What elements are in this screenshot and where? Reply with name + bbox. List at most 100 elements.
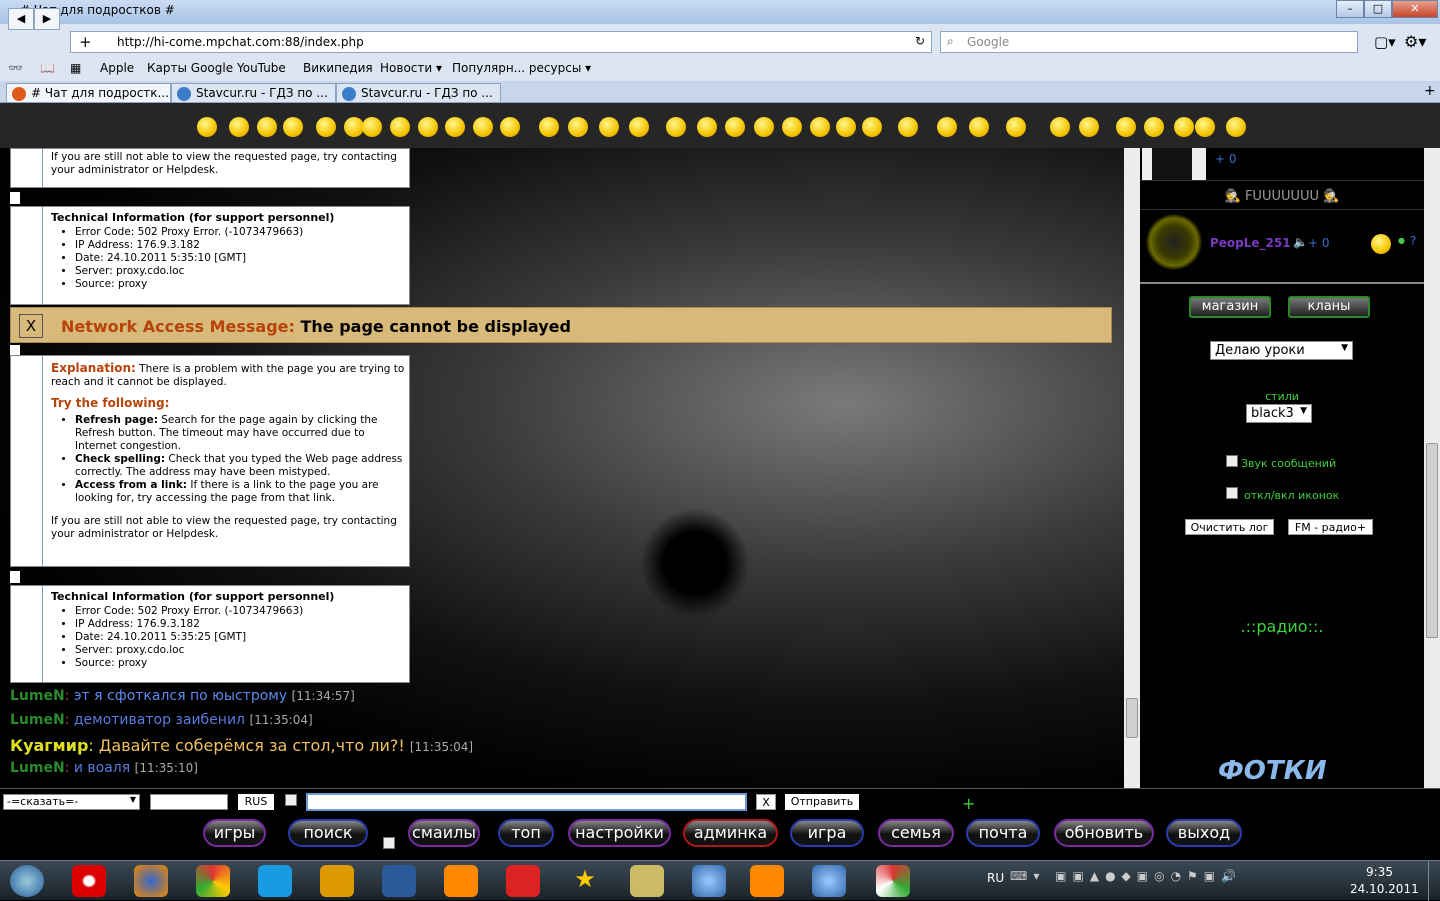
smiley-icon[interactable] bbox=[1006, 117, 1026, 137]
smiley-icon[interactable] bbox=[283, 117, 303, 137]
smiley-icon[interactable] bbox=[197, 117, 217, 137]
smiley-icon[interactable] bbox=[937, 117, 957, 137]
banner-close-button[interactable]: X bbox=[19, 314, 43, 338]
r-icon[interactable] bbox=[630, 865, 664, 897]
nav-button-2[interactable]: смаилы bbox=[408, 819, 480, 847]
shop-button[interactable]: магазин bbox=[1189, 296, 1271, 318]
bookmark-news[interactable]: Новости ▾ bbox=[380, 61, 442, 75]
clock-date[interactable]: 24.10.2011 bbox=[1350, 882, 1419, 896]
search-input[interactable]: ⌕ Google bbox=[940, 31, 1358, 53]
add-button[interactable]: + bbox=[962, 794, 975, 813]
at-icon[interactable] bbox=[750, 865, 784, 897]
icons-checkbox[interactable] bbox=[1226, 487, 1238, 499]
smiley-icon[interactable] bbox=[1079, 117, 1099, 137]
page-menu-icon[interactable]: ▢▾ bbox=[1374, 33, 1396, 51]
bookmark-wikipedia[interactable]: Википедия bbox=[303, 61, 373, 75]
user-info-link[interactable]: ? bbox=[1410, 234, 1416, 248]
bookmark-youtube[interactable]: YouTube bbox=[237, 61, 286, 75]
smiley-icon[interactable] bbox=[1116, 117, 1136, 137]
chat-nick[interactable]: Куагмир bbox=[10, 736, 88, 755]
smiley-icon[interactable] bbox=[754, 117, 774, 137]
smiley-icon[interactable] bbox=[782, 117, 802, 137]
winamp-icon[interactable] bbox=[320, 865, 354, 897]
nav-button-3[interactable]: топ bbox=[498, 819, 554, 847]
private-checkbox[interactable] bbox=[285, 794, 297, 806]
smiley-icon[interactable] bbox=[725, 117, 745, 137]
language-indicator[interactable]: RU bbox=[987, 871, 1004, 885]
smiley-icon[interactable] bbox=[810, 117, 830, 137]
smiley-icon[interactable] bbox=[229, 117, 249, 137]
smiley-icon[interactable] bbox=[666, 117, 686, 137]
new-tab-plus-icon[interactable]: + bbox=[79, 33, 92, 51]
start-button[interactable] bbox=[10, 865, 44, 897]
minimize-button[interactable]: – bbox=[1336, 0, 1364, 18]
smiley-icon[interactable] bbox=[697, 117, 717, 137]
book-icon[interactable]: 📖 bbox=[40, 61, 55, 75]
send-button[interactable]: Отправить bbox=[785, 794, 859, 810]
smiley-icon[interactable] bbox=[257, 117, 277, 137]
smiley-icon[interactable] bbox=[1226, 117, 1246, 137]
bookmark-apple[interactable]: Apple bbox=[100, 61, 134, 75]
maximize-button[interactable]: □ bbox=[1364, 0, 1392, 18]
page-scrollbar[interactable] bbox=[1424, 148, 1440, 788]
reload-icon[interactable]: ↻ bbox=[915, 34, 925, 48]
smiley-icon[interactable] bbox=[1050, 117, 1070, 137]
user-avatar[interactable] bbox=[1142, 148, 1206, 180]
fotki-logo[interactable]: ФОТКИ bbox=[1218, 756, 1327, 786]
smiley-icon[interactable] bbox=[418, 117, 438, 137]
nav-button-9[interactable]: обновить bbox=[1054, 819, 1154, 847]
address-bar[interactable]: + http://hi-come.mpchat.com:88/index.php ↻ bbox=[70, 31, 932, 53]
new-tab-button[interactable]: + bbox=[1424, 83, 1436, 99]
message-input[interactable] bbox=[306, 793, 747, 811]
star-icon[interactable]: ★ bbox=[568, 865, 602, 897]
clear-log-button[interactable]: Очистить лог bbox=[1185, 519, 1274, 535]
chat-nick[interactable]: LumeN bbox=[10, 760, 65, 776]
chrome-icon[interactable] bbox=[196, 865, 230, 897]
mailru-agent-icon[interactable] bbox=[382, 865, 416, 897]
recipient-input[interactable] bbox=[150, 794, 228, 810]
tab-chat[interactable]: # Чат для подростк... bbox=[6, 83, 171, 103]
forward-button[interactable]: ▶ bbox=[34, 8, 60, 30]
power-icon[interactable] bbox=[506, 865, 540, 897]
smiley-icon[interactable] bbox=[1195, 117, 1215, 137]
style-select[interactable]: black3 ▼ bbox=[1246, 404, 1312, 423]
chat-nick[interactable]: LumeN bbox=[10, 688, 65, 704]
tray-icons[interactable]: ⌨▾ ▣▣▲●◆▣◎◔⚑▣🔊 bbox=[1010, 869, 1242, 883]
safari-icon[interactable] bbox=[692, 865, 726, 897]
smiley-icon[interactable] bbox=[1174, 117, 1194, 137]
safari-icon[interactable] bbox=[812, 865, 846, 897]
bookmark-popular[interactable]: Популярн... ресурсы ▾ bbox=[452, 61, 591, 75]
status-select[interactable]: Делаю уроки ▼ bbox=[1210, 341, 1353, 360]
language-button[interactable]: RUS bbox=[238, 794, 274, 810]
smiley-icon[interactable] bbox=[862, 117, 882, 137]
reader-icon[interactable]: 👓 bbox=[8, 61, 23, 75]
smiley-icon[interactable] bbox=[344, 117, 364, 137]
app-icon[interactable] bbox=[876, 865, 910, 897]
at-icon[interactable] bbox=[444, 865, 478, 897]
nav-button-6[interactable]: игра bbox=[790, 819, 864, 847]
smiley-icon[interactable] bbox=[445, 117, 465, 137]
option-checkbox[interactable] bbox=[383, 837, 395, 849]
back-button[interactable]: ◀ bbox=[8, 8, 34, 30]
smiley-icon[interactable] bbox=[898, 117, 918, 137]
show-desktop-button[interactable] bbox=[1428, 861, 1440, 901]
close-button[interactable]: ✕ bbox=[1392, 0, 1438, 18]
smiley-icon[interactable] bbox=[1144, 117, 1164, 137]
smiley-icon[interactable] bbox=[362, 117, 382, 137]
radio-button[interactable]: FM - радио+ bbox=[1288, 519, 1373, 535]
user-avatar[interactable] bbox=[1146, 214, 1202, 270]
smiley-icon[interactable] bbox=[568, 117, 588, 137]
clear-input-button[interactable]: X bbox=[756, 794, 776, 810]
chat-nick[interactable]: LumeN bbox=[10, 712, 65, 728]
smiley-icon[interactable] bbox=[500, 117, 520, 137]
smiley-icon[interactable] bbox=[316, 117, 336, 137]
smiley-icon[interactable] bbox=[836, 117, 856, 137]
gear-icon[interactable]: ⚙▾ bbox=[1404, 32, 1426, 51]
bookmark-maps[interactable]: Карты Google bbox=[147, 61, 233, 75]
say-select[interactable]: -=сказать=- ▼ bbox=[3, 794, 140, 810]
grid-icon[interactable]: ▦ bbox=[70, 61, 81, 75]
clans-button[interactable]: кланы bbox=[1288, 296, 1370, 318]
firefox-icon[interactable] bbox=[134, 865, 168, 897]
nav-button-4[interactable]: настройки bbox=[568, 819, 671, 847]
smiley-icon[interactable] bbox=[969, 117, 989, 137]
